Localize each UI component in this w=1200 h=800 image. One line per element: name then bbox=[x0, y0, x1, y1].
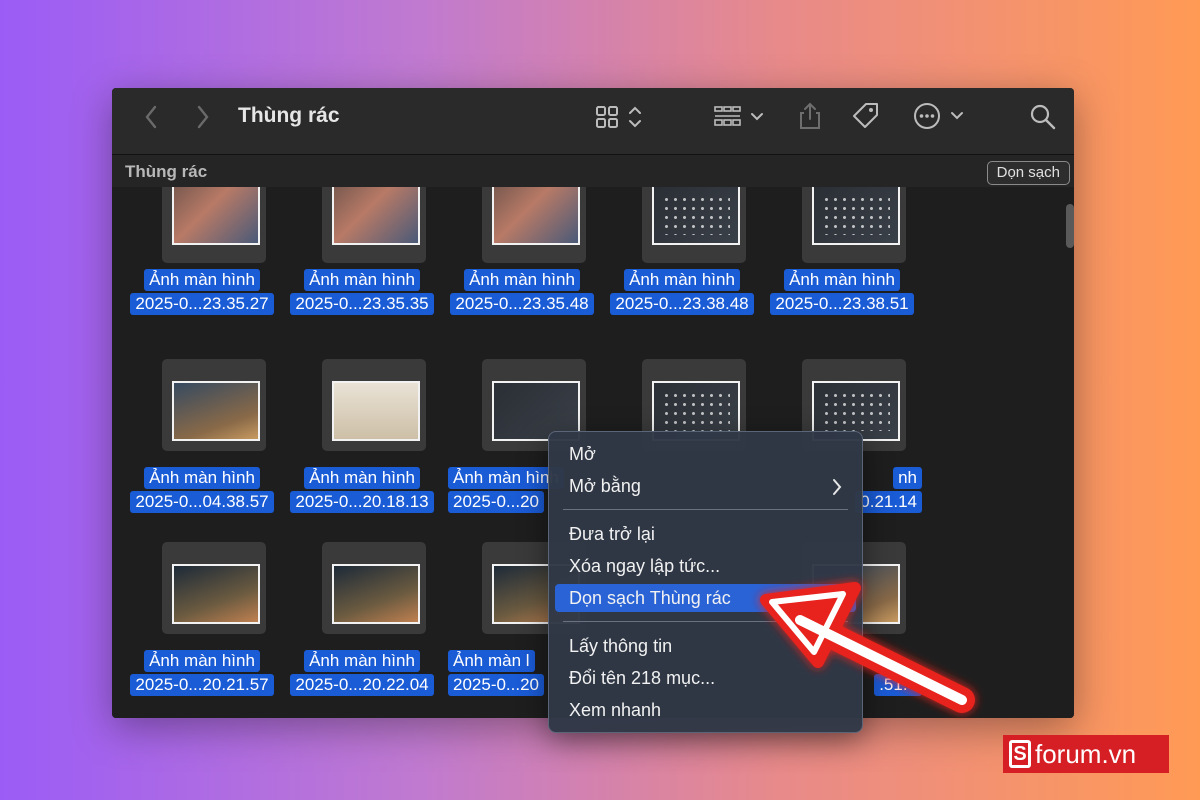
file-date: 2025-0...23.38.51 bbox=[770, 293, 914, 315]
file-date: 2025-0...23.35.48 bbox=[450, 293, 594, 315]
search-button[interactable] bbox=[1028, 102, 1058, 132]
section-header: Thùng rác Dọn sạch bbox=[112, 155, 1074, 187]
file-date: 0.21.14 bbox=[855, 491, 922, 513]
file-thumbnail bbox=[172, 381, 260, 441]
group-by-icon bbox=[714, 106, 763, 126]
chevron-right-icon bbox=[197, 105, 209, 129]
file-date: 2025-0...04.38.57 bbox=[130, 491, 274, 513]
share-icon bbox=[800, 102, 820, 129]
grid-view-icon bbox=[596, 106, 641, 128]
file-name: Ảnh màn hình bbox=[144, 467, 260, 489]
file-date: 2025-0...20 bbox=[448, 491, 545, 513]
logo-text: forum.vn bbox=[1035, 739, 1137, 769]
file-name: Ảnh màn hình bbox=[624, 269, 740, 291]
toolbar: Thùng rác bbox=[112, 88, 1074, 155]
file-item[interactable]: Ảnh màn hình 2025-0...23.35.35 bbox=[282, 187, 442, 331]
file-thumbnail bbox=[812, 187, 900, 245]
file-date: 2025-0...20.18.13 bbox=[290, 491, 434, 513]
file-name: Ảnh màn hình bbox=[448, 467, 564, 489]
tag-button[interactable] bbox=[850, 100, 882, 132]
forum-logo: S forum.vn bbox=[1003, 735, 1169, 773]
more-actions-button[interactable] bbox=[912, 100, 968, 132]
file-name: Ảnh màn hình bbox=[464, 269, 580, 291]
file-date: 2025-0...23.35.27 bbox=[130, 293, 274, 315]
tag-icon bbox=[853, 103, 878, 128]
scrollbar[interactable] bbox=[1066, 204, 1074, 248]
file-item[interactable]: Ảnh màn hình 2025-0...23.38.51 bbox=[762, 187, 922, 331]
file-name: Ảnh màn l bbox=[448, 650, 535, 672]
file-thumbnail bbox=[172, 187, 260, 245]
view-mode-button[interactable] bbox=[594, 102, 646, 132]
search-icon bbox=[1030, 104, 1056, 130]
file-name: Ảnh màn hình bbox=[144, 269, 260, 291]
ellipsis-circle-icon bbox=[914, 103, 963, 129]
back-button[interactable] bbox=[138, 102, 164, 132]
forward-button[interactable] bbox=[190, 102, 216, 132]
menu-item-open-with[interactable]: Mở bằng bbox=[555, 472, 856, 500]
file-thumbnail bbox=[332, 187, 420, 245]
file-thumbnail bbox=[492, 187, 580, 245]
file-name: Ảnh màn hình bbox=[304, 467, 420, 489]
file-item[interactable]: Ảnh màn hình 2025-0...23.35.48 bbox=[442, 187, 602, 331]
file-thumbnail bbox=[332, 564, 420, 624]
file-item[interactable]: Ảnh màn hình 2025-0...20.18.13 bbox=[282, 359, 442, 519]
file-thumbnail bbox=[652, 187, 740, 245]
file-item[interactable]: Ảnh màn hình 2025-0...23.35.27 bbox=[122, 187, 282, 331]
file-date: 2025-0...23.35.35 bbox=[290, 293, 434, 315]
file-item[interactable]: Ảnh màn hình 2025-0...20.22.04 bbox=[282, 542, 442, 702]
empty-trash-button[interactable]: Dọn sạch bbox=[986, 161, 1070, 185]
file-date: 2025-0...20.22.04 bbox=[290, 674, 434, 696]
file-name: Ảnh màn hình bbox=[304, 269, 420, 291]
chevron-right-icon bbox=[833, 479, 842, 495]
file-date: 2025-0...20 bbox=[448, 674, 545, 696]
menu-separator bbox=[563, 509, 848, 510]
section-title: Thùng rác bbox=[125, 162, 208, 181]
file-name: Ảnh màn hình bbox=[144, 650, 260, 672]
file-item[interactable]: Ảnh màn hình 2025-0...20.21.57 bbox=[122, 542, 282, 702]
file-name: nh bbox=[893, 467, 922, 489]
share-button[interactable] bbox=[796, 100, 824, 132]
chevron-left-icon bbox=[145, 105, 157, 129]
s-logo-mark: S bbox=[1009, 740, 1031, 768]
file-name: Ảnh màn hình bbox=[304, 650, 420, 672]
file-thumbnail bbox=[172, 564, 260, 624]
file-date: 2025-0...23.38.48 bbox=[610, 293, 754, 315]
arrow-annotation bbox=[760, 582, 975, 713]
menu-item-open[interactable]: Mở bbox=[555, 440, 856, 468]
file-item[interactable]: Ảnh màn hình 2025-0...04.38.57 bbox=[122, 359, 282, 519]
file-date: 2025-0...20.21.57 bbox=[130, 674, 274, 696]
group-button[interactable] bbox=[714, 102, 768, 132]
menu-item-put-back[interactable]: Đưa trở lại bbox=[555, 520, 856, 548]
file-thumbnail bbox=[332, 381, 420, 441]
window-title: Thùng rác bbox=[238, 104, 340, 127]
file-name: Ảnh màn hình bbox=[784, 269, 900, 291]
file-item[interactable]: Ảnh màn hình 2025-0...23.38.48 bbox=[602, 187, 762, 331]
